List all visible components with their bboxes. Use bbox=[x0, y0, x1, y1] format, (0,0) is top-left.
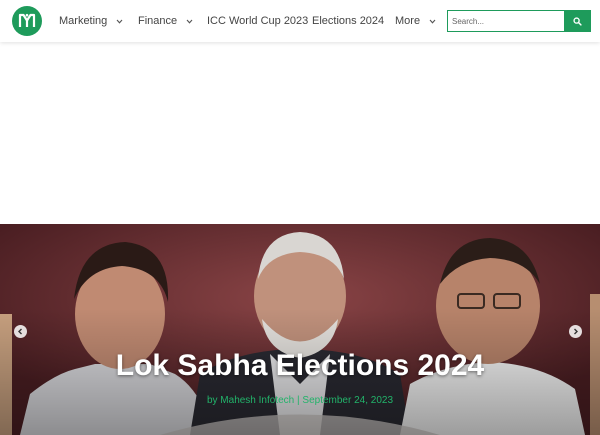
hero-post-meta: by Mahesh Infotech | September 24, 2023 bbox=[0, 395, 600, 406]
chevron-left-icon bbox=[18, 328, 22, 335]
slider-prev-button[interactable] bbox=[14, 325, 27, 338]
hero-slider: Lok Sabha Elections 2024 by Mahesh Infot… bbox=[0, 224, 600, 435]
chevron-down-icon bbox=[116, 19, 123, 24]
nav-item-label: ICC World Cup 2023 bbox=[207, 15, 309, 27]
chevron-down-icon bbox=[186, 19, 193, 24]
search-input[interactable] bbox=[447, 10, 564, 32]
nav-item-label: Finance bbox=[138, 15, 178, 27]
nav-item-more[interactable]: More bbox=[395, 0, 436, 42]
site-header: Marketing Finance ICC World Cup 2023 Ele… bbox=[0, 0, 600, 42]
post-date-link[interactable]: September 24, 2023 bbox=[302, 395, 393, 406]
chevron-down-icon bbox=[429, 19, 436, 24]
nav-item-elections[interactable]: Elections 2024 bbox=[312, 0, 384, 42]
search-button[interactable] bbox=[564, 10, 591, 32]
author-link[interactable]: Mahesh Infotech bbox=[220, 395, 294, 406]
chevron-right-icon bbox=[574, 328, 578, 335]
slider-next-button[interactable] bbox=[569, 325, 582, 338]
author-prefix: by bbox=[206, 395, 218, 406]
main-nav: Marketing Finance ICC World Cup 2023 Ele… bbox=[0, 0, 445, 42]
nav-item-label: Elections 2024 bbox=[312, 15, 385, 27]
nav-item-label: More bbox=[395, 15, 421, 27]
hero-post-title[interactable]: Lok Sabha Elections 2024 bbox=[0, 349, 600, 383]
nav-item-marketing[interactable]: Marketing bbox=[59, 0, 123, 42]
search-icon bbox=[573, 16, 582, 26]
nav-item-label: Marketing bbox=[59, 15, 108, 27]
meta-separator: | bbox=[297, 395, 300, 406]
nav-item-icc-world-cup[interactable]: ICC World Cup 2023 bbox=[207, 0, 308, 42]
ad-placeholder bbox=[0, 42, 600, 224]
nav-item-finance[interactable]: Finance bbox=[138, 0, 193, 42]
